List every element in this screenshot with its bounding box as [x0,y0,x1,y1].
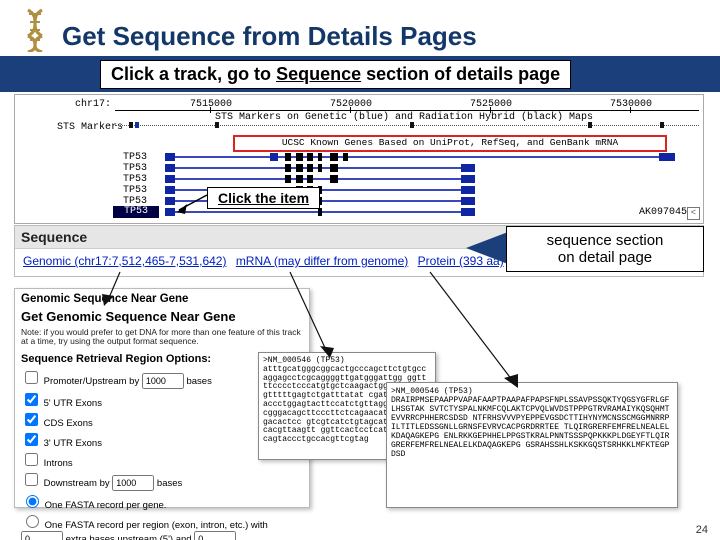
sequence-section-callout: sequence section on detail page [506,226,704,272]
scroll-left-icon[interactable]: < [687,207,700,220]
promoter-bases-input[interactable] [142,373,184,389]
extra-down-input[interactable] [194,531,236,540]
callout-arrow-icon [466,232,508,264]
tick-label: 7530000 [610,99,652,110]
ak-gene-label[interactable]: AK097045 [639,207,687,218]
tick-label: 7525000 [470,99,512,110]
instruction: Click a track, go to Sequence section of… [100,60,571,89]
mrna-link[interactable]: mRNA (may differ from genome) [236,254,409,268]
instruction-pre: Click a track, go to [111,64,276,84]
callout-line1: sequence section [547,232,664,249]
dna-logo-icon [18,8,52,52]
callout-line2: on detail page [558,249,652,266]
fasta-protein-output: >NM_000546 (TP53) DRAIRPMSEPAAPPVAPAFAAP… [386,382,678,508]
get-genomic-header: Get Genomic Sequence Near Gene [21,309,303,324]
tick-label: 7520000 [330,99,372,110]
gene-label: TP53 [123,196,147,207]
tick-label: 7515000 [190,99,232,110]
instruction-underline: Sequence [276,64,361,84]
gene-label: TP53 [123,152,147,163]
page-title: Get Sequence from Details Pages [62,21,477,52]
slide-header: Get Sequence from Details Pages [0,0,720,56]
instruction-post: section of details page [361,64,560,84]
gene-label: TP53 [123,163,147,174]
opt-downstream[interactable]: Downstream by bases [21,470,303,491]
genomic-near-header: Genomic Sequence Near Gene [21,293,303,305]
click-item-arrow-icon [177,190,237,224]
ruler: chr17: 7515000 7520000 7525000 7530000 [15,99,703,113]
genome-browser-panel: chr17: 7515000 7520000 7525000 7530000 S… [14,94,704,224]
downstream-bases-input[interactable] [112,475,154,491]
gene-label: TP53 [123,174,147,185]
known-genes-track-title: UCSC Known Genes Based on UniProt, RefSe… [233,135,667,152]
extra-up-input[interactable] [21,531,63,540]
genomic-link[interactable]: Genomic (chr17:7,512,465-7,531,642) [23,254,226,268]
gene-label: TP53 [123,185,147,196]
sts-track-title: STS Markers on Genetic (blue) and Radiat… [215,112,593,123]
opt-fasta-per-gene[interactable]: One FASTA record per gene. [21,492,303,511]
chr-label: chr17: [75,99,111,110]
page-number: 24 [696,524,708,536]
blue-bar: Click a track, go to Sequence section of… [0,56,720,92]
opt-fasta-per-region[interactable]: One FASTA record per region (exon, intro… [21,512,303,540]
genomic-note: Note: if you would prefer to get DNA for… [21,328,303,347]
sts-label: STS Markers [57,122,123,133]
